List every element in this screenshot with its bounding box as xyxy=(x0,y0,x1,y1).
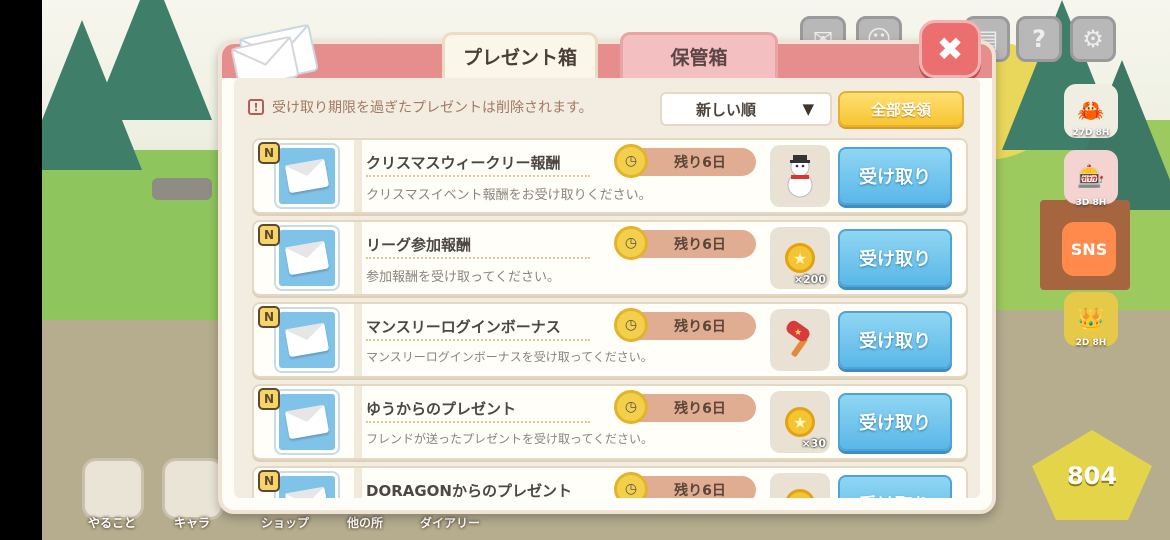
gear-icon[interactable]: ⚙ xyxy=(1070,16,1116,62)
present-row: N マンスリーログインボーナス マンスリーログインボーナスを受け取ってください。… xyxy=(252,302,968,378)
diary-label[interactable]: ダイアリー xyxy=(410,514,490,531)
expiry-notice: ! 受け取り期限を過ぎたプレゼントは削除されます。 xyxy=(248,90,648,124)
dotted-divider xyxy=(366,421,590,423)
reward-item: ★ ×30 xyxy=(770,391,830,453)
dotted-divider xyxy=(366,257,590,259)
receive-button[interactable]: 受け取り xyxy=(838,393,952,451)
mail-thumbnail xyxy=(276,227,338,289)
svg-text:★: ★ xyxy=(794,328,802,338)
reward-item: ★ xyxy=(770,309,830,371)
exclamation-icon: ! xyxy=(248,99,264,115)
reward-quantity: ×30 xyxy=(801,437,826,450)
shop-label[interactable]: ショップ xyxy=(245,514,325,531)
pine-tree xyxy=(92,0,212,120)
new-badge: N xyxy=(258,470,280,492)
present-title: リーグ参加報酬 xyxy=(366,236,472,254)
claim-all-button[interactable]: 全部受領 xyxy=(838,91,964,127)
new-badge: N xyxy=(258,224,280,246)
present-box-dialog: プレゼント箱 保管箱 ✖ ! 受け取り期限を過ぎたプレゼントは削除されます。 新… xyxy=(218,20,996,514)
notice-text: 受け取り期限を過ぎたプレゼントは削除されます。 xyxy=(272,100,593,116)
envelope-icon xyxy=(284,158,330,194)
dialog-header xyxy=(222,44,992,78)
receive-button[interactable]: 受け取り xyxy=(838,147,952,205)
new-badge: N xyxy=(258,388,280,410)
divider xyxy=(354,304,362,376)
clock-icon: ◷ xyxy=(614,472,648,498)
divider xyxy=(354,386,362,458)
help-icon[interactable]: ? xyxy=(1016,16,1062,62)
present-row: N リーグ参加報酬 参加報酬を受け取ってください。 残り6日 ◷ ★ ×200 … xyxy=(252,220,968,296)
tab-storage[interactable]: 保管箱 xyxy=(620,32,778,78)
envelope-icon xyxy=(284,486,330,498)
divider xyxy=(354,140,362,212)
dropdown-arrow-icon: ▼ xyxy=(802,100,814,118)
present-description: フレンドが送ったプレゼントを受け取ってください。 xyxy=(366,432,654,446)
coin-icon: ★ xyxy=(785,407,815,437)
sort-dropdown[interactable]: 新しい順 ▼ xyxy=(660,92,832,126)
present-description: クリスマスイベント報酬をお受け取りください。 xyxy=(366,188,652,203)
coin-icon: ★ xyxy=(785,243,815,273)
divider xyxy=(354,222,362,294)
present-title: DORAGONからのプレゼント xyxy=(366,482,572,498)
present-description: マンスリーログインボーナスを受け取ってください。 xyxy=(366,350,653,364)
snowman-icon xyxy=(787,155,813,198)
todo-label: やること xyxy=(87,516,136,530)
receive-button[interactable]: 受け取り xyxy=(838,311,952,369)
dotted-divider xyxy=(366,339,590,341)
new-badge: N xyxy=(258,142,280,164)
reward-item: ★ xyxy=(770,473,830,498)
todo-button[interactable] xyxy=(82,458,144,520)
mail-thumbnail xyxy=(276,145,338,207)
clock-icon: ◷ xyxy=(614,144,648,178)
present-title: クリスマスウィークリー報酬 xyxy=(366,154,561,172)
present-row: N DORAGONからのプレゼント 残り6日 ◷ ★ 受け取り xyxy=(252,466,968,498)
mail-thumbnail xyxy=(276,309,338,371)
other-place-label[interactable]: 他の所 xyxy=(325,514,405,531)
reward-item: ★ ×200 xyxy=(770,227,830,289)
clock-icon: ◷ xyxy=(614,390,648,424)
divider xyxy=(354,468,362,498)
side-timer-2: 3D 8H xyxy=(1075,198,1107,208)
side-timer-1: 27D 8H xyxy=(1072,128,1110,138)
present-title: マンスリーログインボーナス xyxy=(366,318,561,336)
mail-thumbnail xyxy=(276,391,338,453)
present-description: 参加報酬を受け取ってください。 xyxy=(366,270,560,285)
mail-thumbnail xyxy=(276,473,338,498)
gacha-icon[interactable]: 🎰 xyxy=(1064,150,1118,204)
clock-icon: ◷ xyxy=(614,308,648,342)
envelope-icon xyxy=(284,240,330,276)
envelope-icon xyxy=(284,404,330,440)
hammer-icon: ★ xyxy=(786,320,810,357)
side-timer-3: 2D 8H xyxy=(1075,338,1107,348)
tab-present-box[interactable]: プレゼント箱 xyxy=(442,32,598,78)
character-button[interactable] xyxy=(162,458,224,520)
dotted-divider xyxy=(366,175,590,177)
present-row: N ゆうからのプレゼント フレンドが送ったプレゼントを受け取ってください。 残り… xyxy=(252,384,968,460)
sort-selected: 新しい順 xyxy=(696,100,757,119)
reward-item xyxy=(770,145,830,207)
reward-quantity: ×200 xyxy=(793,273,826,286)
clock-icon: ◷ xyxy=(614,226,648,260)
gem-count: 804 xyxy=(1066,462,1118,490)
new-badge: N xyxy=(258,306,280,328)
close-icon: ✖ xyxy=(936,30,964,68)
envelope-icon xyxy=(284,322,330,358)
present-title: ゆうからのプレゼント xyxy=(366,400,517,418)
sns-icon[interactable]: SNS xyxy=(1062,222,1116,276)
coin-icon: ★ xyxy=(785,489,815,498)
sns-label: SNS xyxy=(1070,239,1108,259)
present-list-panel: ! 受け取り期限を過ぎたプレゼントは削除されます。 新しい順 ▼ 全部受領 N … xyxy=(234,78,980,498)
close-button[interactable]: ✖ xyxy=(919,20,981,78)
receive-button[interactable]: 受け取り xyxy=(838,475,952,498)
rock xyxy=(152,178,212,200)
character-label: キャラ xyxy=(173,516,210,530)
receive-button[interactable]: 受け取り xyxy=(838,229,952,287)
present-row: N クリスマスウィークリー報酬 クリスマスイベント報酬をお受け取りください。 残… xyxy=(252,138,968,214)
